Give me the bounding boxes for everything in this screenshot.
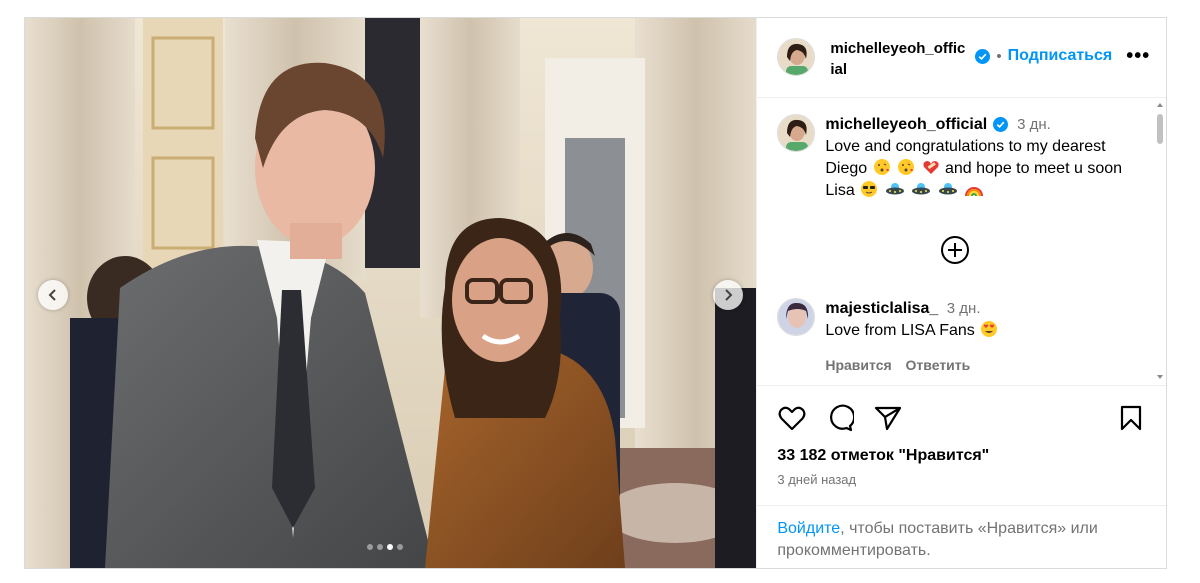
avatar[interactable]: [777, 298, 816, 336]
caption-username[interactable]: michelleyeoh_official: [825, 116, 987, 133]
carousel-indicator: [367, 544, 403, 550]
comment-item: majesticlalisa_ 3 дн. Love from LISA Fan…: [777, 298, 1125, 376]
sunglasses-face-icon: [861, 181, 878, 197]
scroll-down-arrow[interactable]: [1157, 375, 1163, 379]
comment-icon: [830, 404, 855, 432]
heart-icon: [778, 406, 806, 431]
chevron-right-icon: [725, 289, 733, 301]
rainbow-icon: [964, 187, 983, 197]
scrollbar-thumb[interactable]: [1157, 114, 1163, 144]
kissing-face-icon: [898, 159, 915, 175]
share-icon: [875, 406, 902, 431]
load-more-comments-icon[interactable]: [939, 234, 971, 266]
comment-username[interactable]: majesticlalisa_: [825, 300, 938, 317]
like-button[interactable]: [777, 403, 807, 433]
separator-dot: •: [996, 47, 1002, 65]
verified-badge-icon: [975, 48, 991, 64]
share-button[interactable]: [873, 403, 903, 433]
post-header: michelleyeoh_official • Подписаться •••: [757, 18, 1166, 98]
comment-reply-button[interactable]: Ответить: [906, 357, 971, 373]
comment-text: Love from LISA Fans: [825, 322, 975, 339]
post-sidebar: michelleyeoh_official • Подписаться ••• …: [756, 18, 1166, 568]
previous-slide-button[interactable]: [38, 280, 68, 310]
kissing-face-icon: [873, 159, 890, 175]
comment-button[interactable]: [825, 403, 855, 433]
comments-section[interactable]: michelleyeoh_official 3 дн. Love and con…: [757, 98, 1166, 385]
post-caption: michelleyeoh_official 3 дн. Love and con…: [777, 114, 1144, 202]
flying-saucer-icon: [885, 183, 904, 195]
comment-time[interactable]: 3 дн.: [947, 300, 981, 317]
save-button[interactable]: [1116, 403, 1146, 433]
carousel-dot: [367, 544, 373, 550]
avatar[interactable]: [777, 38, 816, 76]
post-date[interactable]: 3 дней назад: [777, 472, 1146, 487]
more-options-button[interactable]: •••: [1126, 46, 1150, 66]
bookmark-icon: [1120, 405, 1142, 431]
heart-eyes-face-icon: [981, 321, 998, 337]
login-link[interactable]: Войдите: [777, 520, 840, 537]
scroll-up-arrow[interactable]: [1157, 103, 1163, 107]
carousel-dot: [377, 544, 383, 550]
carousel-dot: [397, 544, 403, 550]
verified-badge-icon: [992, 117, 1008, 132]
heart-with-bandage-icon: [922, 161, 939, 174]
comment-like-button[interactable]: Нравится: [825, 357, 891, 373]
header-username[interactable]: michelleyeoh_official: [830, 38, 968, 80]
carousel-dot-active: [387, 544, 393, 550]
photo-image: [25, 18, 757, 568]
post-dialog: michelleyeoh_official • Подписаться ••• …: [24, 17, 1167, 569]
comments-scrollbar[interactable]: [1154, 98, 1166, 385]
caption-time[interactable]: 3 дн.: [1017, 116, 1051, 133]
post-photo[interactable]: [25, 18, 757, 568]
follow-button[interactable]: Подписаться: [1008, 47, 1113, 65]
next-slide-button[interactable]: [713, 280, 743, 310]
chevron-left-icon: [48, 289, 56, 301]
avatar[interactable]: [777, 114, 816, 152]
post-actions: 33 182 отметок "Нравится" 3 дней назад В…: [757, 385, 1166, 568]
flying-saucer-icon: [912, 183, 931, 195]
login-prompt: Войдите, чтобы поставить «Нравится» или …: [757, 505, 1166, 568]
flying-saucer-icon: [938, 183, 957, 195]
likes-count[interactable]: 33 182 отметок "Нравится": [777, 447, 1146, 465]
